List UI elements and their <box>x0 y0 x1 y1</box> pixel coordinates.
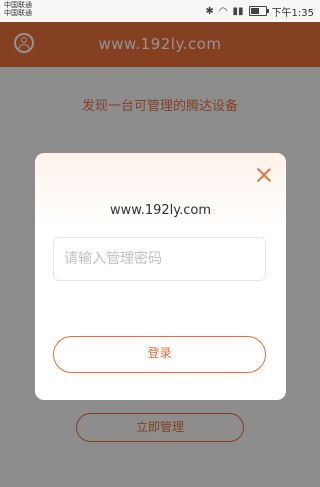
signal-icon: ▮▮ <box>232 5 244 17</box>
bluetooth-icon: ✱ <box>205 5 214 17</box>
battery-icon <box>248 6 269 16</box>
carrier-line-2: 中国联通 <box>4 9 32 17</box>
clock: 下午1:35 <box>271 7 314 19</box>
dialog-title: www.192ly.com <box>110 203 211 218</box>
status-icons: ✱ ◠ ▮▮ 下午1:35 <box>205 0 314 22</box>
login-button[interactable]: 登录 <box>53 336 266 373</box>
wifi-icon: ◠ <box>218 5 228 17</box>
status-bar: 中国联通 中国联通 ✱ ◠ ▮▮ 下午1:35 <box>0 0 320 22</box>
close-icon[interactable] <box>256 167 272 183</box>
carrier-info: 中国联通 中国联通 <box>4 1 32 17</box>
carrier-line-1: 中国联通 <box>4 1 32 9</box>
login-dialog: www.192ly.com 登录 <box>35 153 286 400</box>
battery-fill <box>250 8 259 14</box>
password-input[interactable] <box>53 237 266 281</box>
